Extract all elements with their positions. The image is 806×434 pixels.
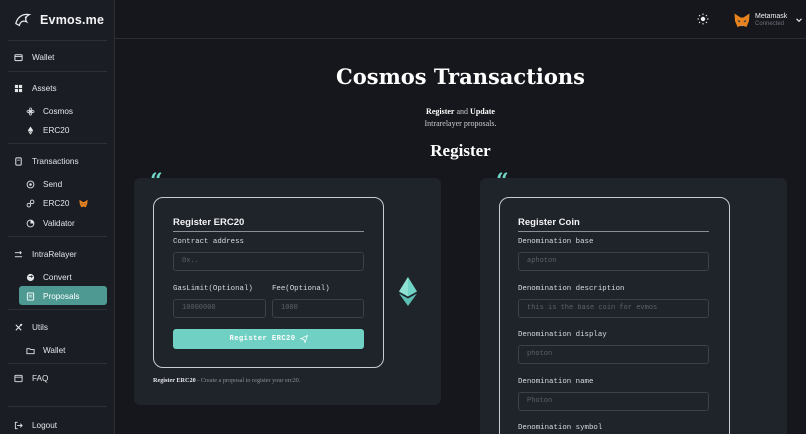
- wallet-name: Metamask: [755, 13, 788, 21]
- caption-text: - Create a proposal to register your erc…: [195, 377, 301, 384]
- sidebar-item-cosmos[interactable]: Cosmos: [26, 102, 73, 120]
- sidebar-item-label: FAQ: [32, 373, 49, 383]
- sidebar-item-utils[interactable]: Utils: [14, 318, 48, 336]
- sidebar-item-validator[interactable]: Validator: [26, 214, 75, 232]
- sidebar: Evmos.me Wallet Assets Cosmos ERC20 Tran…: [0, 0, 115, 434]
- ethereum-icon: [27, 125, 34, 135]
- sidebar-divider: [8, 143, 107, 144]
- fee-label: Fee(Optional): [272, 285, 330, 293]
- caption-bold: Register ERC20: [153, 377, 196, 384]
- sidebar-item-label: Utils: [32, 322, 48, 332]
- sidebar-item-assets[interactable]: Assets: [14, 79, 57, 97]
- sidebar-item-send[interactable]: Send: [26, 175, 62, 193]
- sidebar-item-label: Wallet: [43, 345, 66, 355]
- denom-base-input[interactable]: aphoton: [518, 252, 709, 271]
- sidebar-divider: [8, 40, 107, 41]
- denom-name-label: Denomination name: [518, 378, 594, 386]
- sidebar-item-label: IntraRelayer: [32, 249, 77, 259]
- grid-icon: [14, 84, 23, 92]
- sidebar-item-logout[interactable]: Logout: [14, 416, 57, 434]
- sun-icon[interactable]: [697, 13, 709, 25]
- chain-link-icon: [26, 199, 35, 207]
- folder-icon: [26, 347, 35, 354]
- sidebar-item-utils-wallet[interactable]: Wallet: [26, 341, 65, 359]
- denom-base-label: Denomination base: [518, 238, 594, 246]
- fee-input[interactable]: 1000: [272, 299, 364, 318]
- sidebar-item-convert[interactable]: Convert: [26, 268, 72, 286]
- app-name: Evmos.me: [40, 13, 105, 27]
- denom-symbol-label: Denomination symbol: [518, 424, 603, 432]
- gas-limit-label: GasLimit(Optional): [173, 285, 253, 293]
- document-icon: [15, 156, 22, 166]
- validator-icon: [26, 219, 35, 227]
- subtitle-update: Update: [470, 107, 495, 116]
- gas-limit-input[interactable]: 10000000: [173, 299, 266, 318]
- denom-description-input[interactable]: this is the base coin for evmos: [518, 299, 709, 318]
- register-erc20-button[interactable]: Register ERC20: [173, 329, 364, 349]
- wallet-icon: [14, 53, 23, 61]
- sidebar-divider: [8, 309, 107, 310]
- wallet-connection-menu[interactable]: Metamask Connected: [734, 9, 803, 31]
- register-erc20-button-label: Register ERC20: [229, 335, 296, 343]
- sidebar-item-label: Validator: [43, 218, 75, 228]
- sidebar-item-label: Cosmos: [43, 106, 74, 116]
- sidebar-item-label: Send: [43, 179, 63, 189]
- evmos-logo-icon: [15, 13, 32, 27]
- subtitle-line2: Intrarelayer proposals.: [424, 119, 497, 128]
- sidebar-item-wallet[interactable]: Wallet: [14, 48, 54, 66]
- sidebar-item-label: Proposals: [43, 291, 80, 301]
- cosmos-atom-icon: [26, 107, 35, 115]
- proposal-icon: [26, 291, 35, 301]
- card-divider: [173, 231, 364, 232]
- metamask-fox-icon: [79, 199, 89, 207]
- card-divider: [518, 231, 709, 232]
- tools-icon: [15, 323, 23, 331]
- sidebar-item-erc20-tx[interactable]: ERC20: [26, 194, 89, 212]
- ethereum-logo-icon: [399, 277, 417, 306]
- relay-icon: [14, 250, 23, 257]
- sidebar-item-label: ERC20: [43, 125, 70, 135]
- convert-icon: [26, 273, 35, 281]
- sidebar-divider: [8, 236, 107, 237]
- denom-display-input[interactable]: photon: [518, 345, 709, 364]
- sidebar-item-label: Convert: [43, 272, 72, 282]
- sidebar-item-transactions[interactable]: Transactions: [14, 152, 79, 170]
- send-circle-icon: [26, 180, 35, 188]
- subtitle-register: Register: [426, 107, 455, 116]
- sidebar-item-faq[interactable]: FAQ: [14, 369, 48, 387]
- sidebar-divider: [8, 71, 107, 72]
- page-subtitle: Register and Update Intrarelayer proposa…: [115, 106, 806, 130]
- sidebar-item-label: ERC20: [43, 198, 70, 208]
- register-erc20-caption: Register ERC20 - Create a proposal to re…: [153, 377, 300, 384]
- sidebar-item-intrarelayer[interactable]: IntraRelayer: [14, 245, 77, 263]
- denom-description-label: Denomination description: [518, 285, 625, 293]
- sidebar-item-label: Logout: [32, 420, 58, 430]
- faq-icon: [14, 374, 23, 382]
- denom-display-label: Denomination display: [518, 331, 607, 339]
- app-logo[interactable]: Evmos.me: [14, 10, 104, 30]
- wallet-info: Metamask Connected: [755, 13, 787, 27]
- section-title: Register: [430, 141, 491, 160]
- send-arrow-icon: [299, 335, 308, 343]
- sidebar-item-label: Assets: [32, 83, 57, 93]
- register-coin-title: Register Coin: [518, 217, 580, 228]
- denom-name-input[interactable]: Photon: [518, 392, 709, 411]
- sidebar-item-label: Wallet: [32, 52, 55, 62]
- contract-address-input[interactable]: 0x..: [173, 252, 364, 271]
- sidebar-item-label: Transactions: [32, 156, 79, 166]
- sidebar-item-erc20-asset[interactable]: ERC20: [26, 121, 69, 139]
- wallet-status: Connected: [755, 20, 785, 27]
- page-title: Cosmos Transactions: [336, 64, 585, 89]
- logout-icon: [14, 421, 23, 429]
- register-erc20-title: Register ERC20: [173, 217, 245, 228]
- metamask-fox-icon: [734, 13, 750, 27]
- contract-address-label: Contract address: [173, 238, 244, 246]
- subtitle-and: and: [456, 107, 469, 116]
- sidebar-divider: [8, 406, 107, 407]
- sidebar-divider: [8, 363, 107, 364]
- chevron-down-icon: [796, 18, 803, 23]
- sidebar-item-proposals[interactable]: Proposals: [26, 287, 79, 305]
